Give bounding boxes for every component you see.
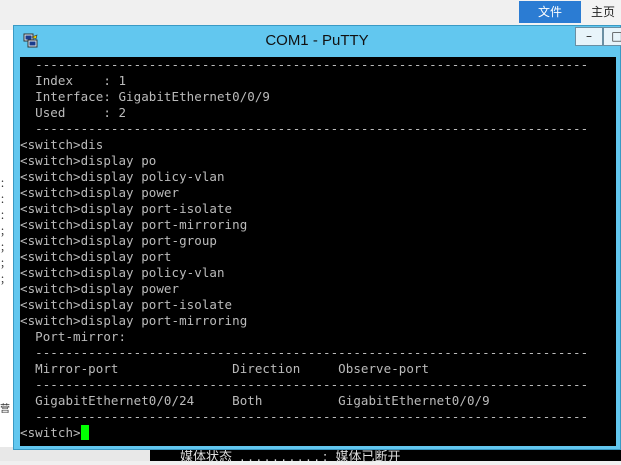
background-text-fragment: ； <box>0 275 10 286</box>
background-text-fragment: ： <box>0 195 10 206</box>
terminal-line: Interface: GigabitEthernet0/0/9 <box>20 89 270 104</box>
terminal-line: <switch>display port-group <box>20 233 217 248</box>
explorer-ribbon: 文件 主页 <box>519 0 621 26</box>
title-bar[interactable]: COM1 - PuTTY – □ <box>14 26 621 55</box>
terminal-line: <switch>display po <box>20 153 157 168</box>
background-window-edge: ： ： ： ； ； ； ； 营 <box>0 30 14 461</box>
terminal-line: Used : 2 <box>20 105 127 120</box>
minimize-button[interactable]: – <box>575 27 603 46</box>
background-text-fragment: ： <box>0 179 10 190</box>
terminal-prompt: <switch> <box>20 425 81 440</box>
terminal-line: <switch>display power <box>20 281 180 296</box>
terminal-line: ----------------------------------------… <box>20 121 589 136</box>
terminal-line: ----------------------------------------… <box>20 409 589 424</box>
terminal-line: <switch>display policy-vlan <box>20 169 225 184</box>
terminal-line: <switch>display port-isolate <box>20 201 233 216</box>
terminal-line: ----------------------------------------… <box>20 345 589 360</box>
terminal-line: ----------------------------------------… <box>20 57 589 72</box>
terminal-line: Mirror-port Direction Observe-port <box>20 361 430 376</box>
ribbon-tab-file[interactable]: 文件 <box>519 1 581 23</box>
terminal-line: <switch>dis <box>20 137 104 152</box>
terminal-line: <switch>display power <box>20 185 180 200</box>
terminal-line: <switch>display port-mirroring <box>20 217 248 232</box>
background-text-fragment: ： <box>0 211 10 222</box>
terminal-line: GigabitEthernet0/0/24 Both GigabitEthern… <box>20 393 490 408</box>
maximize-button[interactable]: □ <box>603 27 621 46</box>
terminal-prompt-line[interactable]: <switch> <box>20 425 89 441</box>
putty-window[interactable]: COM1 - PuTTY – □ -----------------------… <box>13 25 621 450</box>
text-cursor <box>80 425 89 440</box>
background-text-fragment: 营 <box>0 404 10 415</box>
terminal-line: <switch>display port-mirroring <box>20 313 248 328</box>
terminal-line: Index : 1 <box>20 73 127 88</box>
background-text-fragment: ； <box>0 243 10 254</box>
terminal-line: <switch>display policy-vlan <box>20 265 225 280</box>
terminal-line: <switch>display port <box>20 249 172 264</box>
terminal-line: ----------------------------------------… <box>20 377 589 392</box>
terminal-line: <switch>display port-isolate <box>20 297 233 312</box>
background-text-fragment: ； <box>0 227 10 238</box>
terminal-screen[interactable]: ----------------------------------------… <box>20 57 616 446</box>
ribbon-tab-home[interactable]: 主页 <box>583 1 621 23</box>
background-text-fragment: ； <box>0 259 10 270</box>
terminal-line: Port-mirror: <box>20 329 127 344</box>
window-title: COM1 - PuTTY <box>265 32 369 49</box>
